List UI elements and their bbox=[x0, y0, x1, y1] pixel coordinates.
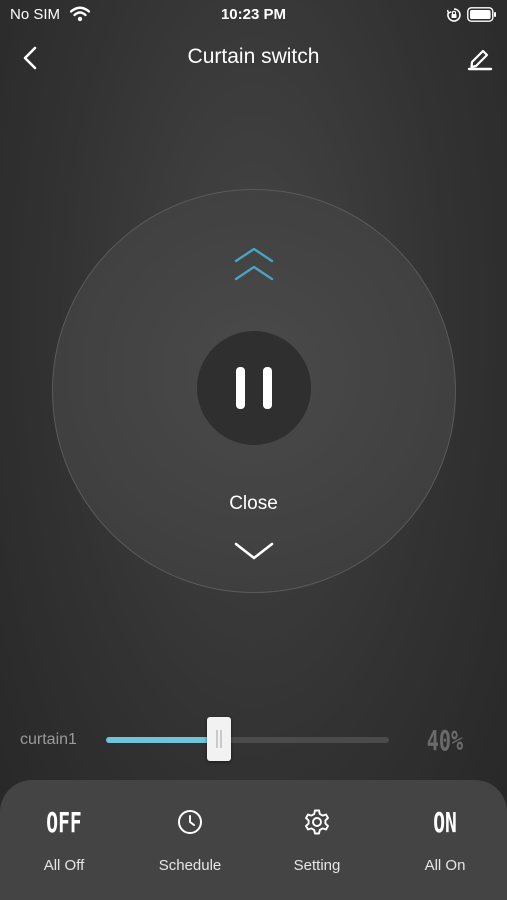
on-glyph: ON bbox=[433, 806, 457, 839]
all-on-button[interactable]: ON All On bbox=[385, 780, 505, 900]
schedule-label: Schedule bbox=[158, 857, 222, 874]
all-off-label: All Off bbox=[43, 857, 85, 874]
setting-label: Setting bbox=[293, 857, 341, 874]
slider-fill bbox=[106, 737, 220, 743]
all-on-label: All On bbox=[424, 857, 466, 874]
status-time: 10:23 PM bbox=[220, 6, 287, 23]
slider-label: curtain1 bbox=[20, 731, 77, 748]
battery-icon bbox=[467, 7, 496, 22]
pause-button[interactable] bbox=[197, 331, 311, 445]
off-glyph: OFF bbox=[46, 806, 82, 839]
orientation-lock-icon bbox=[446, 8, 461, 22]
slider-thumb[interactable] bbox=[207, 717, 232, 761]
chevron-down-icon[interactable] bbox=[232, 538, 276, 566]
all-off-button[interactable]: OFF All Off bbox=[4, 780, 124, 900]
pencil-icon[interactable] bbox=[466, 44, 494, 72]
status-bar: No SIM 10:23 PM bbox=[0, 0, 507, 30]
double-chevron-up-icon[interactable] bbox=[232, 245, 276, 287]
slider-value: 40% bbox=[426, 724, 464, 757]
setting-button[interactable]: Setting bbox=[257, 780, 377, 900]
gear-icon bbox=[305, 809, 329, 835]
curtain-slider-track[interactable] bbox=[106, 737, 389, 743]
page-title: Curtain switch bbox=[187, 45, 320, 68]
schedule-button[interactable]: Schedule bbox=[130, 780, 250, 900]
close-label: Close bbox=[229, 493, 278, 514]
clock-icon bbox=[178, 810, 202, 834]
bottom-action-bar: OFF All Off Schedule Setting ON All On bbox=[0, 780, 507, 900]
